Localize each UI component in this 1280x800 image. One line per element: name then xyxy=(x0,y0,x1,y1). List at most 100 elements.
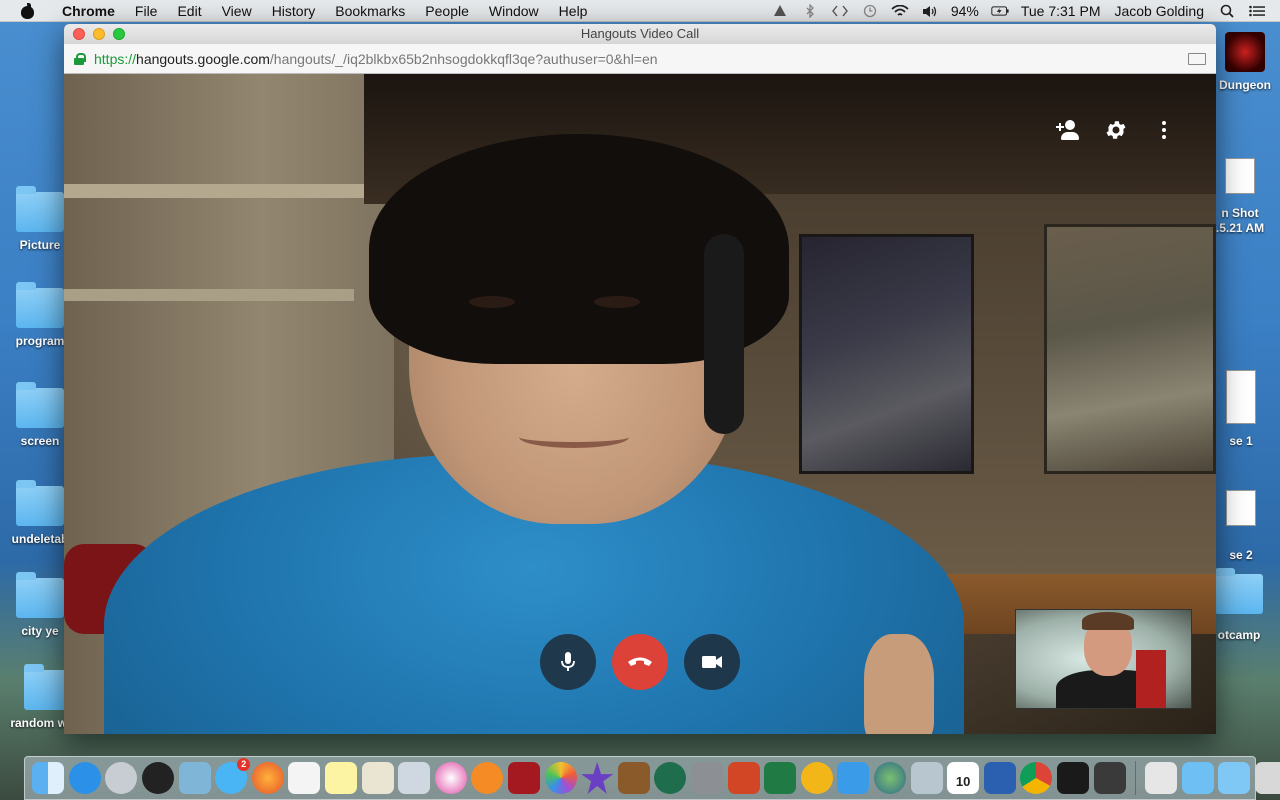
hang-up-button[interactable] xyxy=(612,634,668,690)
clock[interactable]: Tue 7:31 PM xyxy=(1015,3,1107,19)
folder-icon xyxy=(16,186,64,232)
code-icon[interactable] xyxy=(831,4,849,18)
menu-view[interactable]: View xyxy=(212,3,262,19)
excel-icon[interactable] xyxy=(764,762,797,794)
launchpad-icon[interactable] xyxy=(105,762,138,794)
finder-icon[interactable] xyxy=(32,762,65,794)
chrome-icon[interactable] xyxy=(1020,762,1053,794)
firefox-icon[interactable] xyxy=(251,762,284,794)
battery-icon[interactable] xyxy=(991,4,1009,18)
photos-app-icon[interactable] xyxy=(544,762,577,794)
menu-help[interactable]: Help xyxy=(549,3,598,19)
screenshot-icon[interactable] xyxy=(1254,762,1280,794)
user-name[interactable]: Jacob Golding xyxy=(1106,3,1212,19)
add-person-icon[interactable] xyxy=(1056,118,1080,142)
bluetooth-icon[interactable] xyxy=(801,4,819,18)
window-titlebar[interactable]: Hangouts Video Call xyxy=(64,24,1216,44)
menu-history[interactable]: History xyxy=(262,3,326,19)
url-path: /hangouts/_/iq2blkbx65b2nhsogdokkqfl3qe?… xyxy=(269,50,658,67)
mail-icon[interactable] xyxy=(398,762,431,794)
sublime-icon[interactable] xyxy=(1093,762,1126,794)
messages-icon[interactable]: 2 xyxy=(215,758,251,794)
more-icon[interactable] xyxy=(1152,118,1176,142)
word-icon[interactable] xyxy=(983,762,1016,794)
folder-icon xyxy=(1215,568,1263,614)
folder-icon xyxy=(16,480,64,526)
system-preferences-icon[interactable] xyxy=(690,762,723,794)
calendar-icon[interactable]: 10 xyxy=(947,762,980,794)
imovie-icon[interactable] xyxy=(581,762,614,794)
game-icon xyxy=(1225,32,1265,72)
menu-app-chrome[interactable]: Chrome xyxy=(52,3,125,19)
close-window-button[interactable] xyxy=(73,28,85,40)
call-top-controls xyxy=(1056,118,1176,142)
powerpoint-icon[interactable] xyxy=(727,762,760,794)
garageband-icon[interactable] xyxy=(617,762,650,794)
photos-icon[interactable] xyxy=(361,762,394,794)
itunes-icon[interactable] xyxy=(434,762,467,794)
call-bottom-controls xyxy=(540,634,740,690)
window-title: Hangouts Video Call xyxy=(580,26,700,41)
dock-separator xyxy=(1134,761,1136,795)
headphones xyxy=(704,234,744,434)
messenger-icon[interactable] xyxy=(837,762,870,794)
list-icon[interactable] xyxy=(1248,4,1266,18)
menu-window[interactable]: Window xyxy=(479,3,549,19)
messages-badge: 2 xyxy=(237,758,251,771)
app-store-icon[interactable] xyxy=(68,762,101,794)
reminders-icon[interactable] xyxy=(288,762,321,794)
mute-microphone-button[interactable] xyxy=(540,634,596,690)
poster xyxy=(1044,224,1216,474)
remote-video-feed xyxy=(64,74,1216,734)
self-video-thumbnail[interactable] xyxy=(1015,609,1192,709)
folder-icon xyxy=(16,282,64,328)
url-scheme: https:// xyxy=(94,50,137,67)
gear-icon[interactable] xyxy=(1104,118,1128,142)
url-host: hangouts.google.com xyxy=(136,50,270,67)
menu-people[interactable]: People xyxy=(415,3,479,19)
photo-booth-icon[interactable] xyxy=(508,762,541,794)
menu-bookmarks[interactable]: Bookmarks xyxy=(325,3,415,19)
globe-icon[interactable] xyxy=(873,762,906,794)
menu-edit[interactable]: Edit xyxy=(167,3,211,19)
menu-file[interactable]: File xyxy=(125,3,168,19)
cast-icon[interactable] xyxy=(1188,53,1206,65)
search-icon[interactable] xyxy=(1218,4,1236,18)
time-machine-icon[interactable] xyxy=(654,762,687,794)
ibooks-icon[interactable] xyxy=(471,762,504,794)
preview-icon[interactable] xyxy=(178,762,211,794)
time-machine-icon[interactable] xyxy=(771,4,789,18)
applications-icon[interactable] xyxy=(1181,762,1214,794)
microphone-icon xyxy=(561,652,575,671)
volume-icon[interactable] xyxy=(921,4,939,18)
folder-icon xyxy=(16,382,64,428)
dashboard-icon[interactable] xyxy=(142,762,175,794)
directory-utility-icon[interactable] xyxy=(910,762,943,794)
calendar-date: 10 xyxy=(955,774,971,789)
downloads-icon[interactable] xyxy=(1218,762,1251,794)
terminal-icon[interactable] xyxy=(1056,762,1089,794)
url-text[interactable]: https://hangouts.google.com/hangouts/_/i… xyxy=(94,51,658,67)
outlook-icon[interactable] xyxy=(800,762,833,794)
document-icon xyxy=(1226,490,1256,526)
history-icon[interactable] xyxy=(861,4,879,18)
menu-bar: Chrome File Edit View History Bookmarks … xyxy=(0,0,1280,22)
apple-menu-icon[interactable] xyxy=(20,2,34,19)
address-bar[interactable]: https://hangouts.google.com/hangouts/_/i… xyxy=(64,44,1216,74)
camera-icon xyxy=(702,656,722,668)
minimize-window-button[interactable] xyxy=(93,28,105,40)
notes-icon[interactable] xyxy=(325,762,358,794)
poster xyxy=(799,234,974,474)
dock: 2 10 xyxy=(24,756,1280,800)
hang-up-icon xyxy=(628,657,652,666)
document-icon xyxy=(1226,370,1256,424)
desktop-item-dungeon[interactable]: Dungeon xyxy=(1210,32,1280,92)
toggle-camera-button[interactable] xyxy=(684,634,740,690)
wifi-icon[interactable] xyxy=(891,4,909,18)
maximize-window-button[interactable] xyxy=(113,28,125,40)
folder-icon[interactable] xyxy=(1145,762,1178,794)
battery-percent: 94% xyxy=(950,3,979,19)
screenshot-thumbnail-icon xyxy=(1225,158,1255,194)
lock-icon[interactable] xyxy=(74,52,86,65)
folder-icon xyxy=(16,572,64,618)
